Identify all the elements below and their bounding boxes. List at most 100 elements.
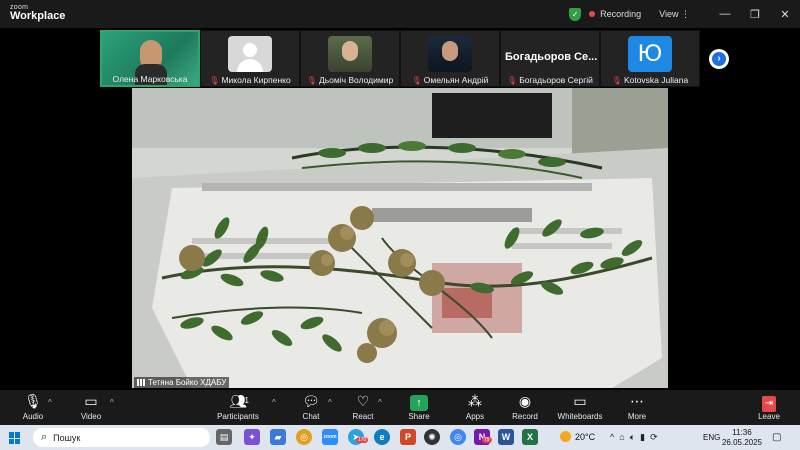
battery-icon[interactable]: ▮ [640,432,645,442]
edge-icon[interactable]: e [374,429,390,445]
muted-mic-icon: 🎙︎ [507,76,518,85]
participant-name: Дьоміч Володимир [318,75,394,85]
excel-icon[interactable]: X [522,429,538,445]
chrome-profile-icon[interactable]: ◎ [450,429,466,445]
zoom-app-icon[interactable]: zoom [322,429,338,445]
whiteboards-button[interactable]: ▭ Whiteboards [552,392,608,421]
participants-count: 31 [240,396,249,405]
sun-icon [560,431,571,442]
language-indicator[interactable]: ENG [703,433,720,442]
notification-icon[interactable]: ▢ [772,432,781,443]
more-button[interactable]: ⋯ More [612,392,662,421]
share-screen-icon: ↑ [394,392,444,411]
participant-name: Олена Марковська [112,74,188,84]
participant-name: Богадьоров Сергій [519,75,593,85]
muted-mic-icon: 🎙︎ [306,76,317,85]
whiteboards-label: Whiteboards [557,412,603,421]
word-icon[interactable]: W [498,429,514,445]
participant-name: Омельян Андрій [423,75,489,85]
video-label: Video [80,412,102,421]
video-camera-icon: ▭ [84,393,98,409]
clock-time: 11:36 [732,428,752,437]
avatar [328,36,372,72]
participants-options-caret-icon[interactable]: ^ [272,398,276,407]
recording-label: Recording [600,9,642,19]
search-icon: ⌕ [41,431,48,443]
active-speaker-label: Тетяна Бойко ХДАБУ [134,377,230,388]
muted-mic-icon: 🎙︎ [411,76,422,85]
leave-door-icon: ⇥ [744,392,794,412]
participant-tile[interactable]: 🎙︎ Омельян Андрій [400,30,500,87]
view-button[interactable]: View [659,9,690,20]
audio-label: Audio [22,412,44,421]
active-speaker-name: Тетяна Бойко ХДАБУ [148,378,227,387]
participant-display-name: Богадьоров Се... [505,51,598,63]
participants-button[interactable]: 👥︎ 31 Participants [210,392,266,421]
copilot-icon[interactable]: ✦ [244,429,260,445]
participant-tile[interactable]: Богадьоров Се... 🎙︎ Богадьоров Сергій [500,30,600,87]
participant-strip: Олена Марковська 🎙︎ Микола Кирпенко 🎙︎ Дьо… [100,30,700,87]
avatar-placeholder-icon [228,36,272,72]
avatar: Ю [628,36,672,72]
record-label: Record [512,412,538,421]
meeting-toolbar: 🎙︎ Audio ^ ▭ Video ^ 👥︎ 31 Participants … [0,390,800,425]
leave-button[interactable]: ⇥ Leave [744,392,794,421]
audio-options-caret-icon[interactable]: ^ [48,398,52,407]
participant-name: Kotovska Juliana [623,75,689,85]
clock-date: 26.05.2025 [721,438,763,447]
participant-tile[interactable]: Ю 🎙︎ Kotovska Juliana [600,30,700,87]
recording-dot-icon [589,11,596,17]
main-video[interactable] [132,88,668,388]
record-icon: ◉ [518,393,532,409]
record-button[interactable]: ◉ Record [500,392,550,421]
close-icon[interactable]: ✕ [770,8,800,21]
zoom-logo: zoom Workplace [10,4,65,22]
muted-mic-icon: 🎙︎ [209,76,220,85]
more-dots-icon: ⋯ [630,393,644,409]
taskbar-search[interactable]: ⌕ Пошук [33,428,210,447]
apps-grid-icon: ⁂ [468,393,482,409]
taskbar-clock[interactable]: 11:36 26.05.2025 [721,428,763,448]
windows-taskbar: ⌕ Пошук ▤ ✦ ▰ ◎ zoom ➤ 170 e P ✺ ◎ N 79 … [0,425,800,450]
react-options-caret-icon[interactable]: ^ [378,398,382,407]
task-view-icon[interactable]: ▤ [216,429,232,445]
network-icon[interactable]: ⌂ [619,432,624,442]
participant-name: Микола Кирпенко [221,75,291,85]
show-hidden-icons-icon[interactable]: ^ [610,432,614,442]
recording-indicator[interactable]: Recording [589,9,641,19]
leave-label: Leave [758,412,780,421]
video-options-caret-icon[interactable]: ^ [110,398,114,407]
windows-start-icon[interactable] [9,432,21,444]
whiteboard-icon: ▭ [573,393,587,409]
shared-video-feed [132,88,668,388]
sync-icon[interactable]: ⟳ [650,432,658,442]
chrome-icon[interactable]: ◎ [296,429,312,445]
chat-options-caret-icon[interactable]: ^ [328,398,332,407]
file-explorer-icon[interactable]: ▰ [270,429,286,445]
muted-mic-icon: 🎙︎ [611,76,622,85]
weather-temp: 20°C [575,431,596,442]
participant-tile[interactable]: 🎙︎ Микола Кирпенко [200,30,300,87]
restore-icon[interactable]: ❐ [740,8,770,21]
next-page-button[interactable]: › [709,49,729,69]
chatgpt-icon[interactable]: ✺ [424,429,440,445]
more-label: More [627,412,647,421]
react-label: React [352,412,374,421]
share-button[interactable]: ↑ Share [394,392,444,421]
volume-icon[interactable]: 🔈︎ [630,432,635,442]
powerpoint-icon[interactable]: P [400,429,416,445]
signal-bars-icon [137,379,145,386]
avatar [428,36,472,72]
system-tray[interactable]: ^ ⌂ 🔈︎ ▮ ⟳ [610,432,658,443]
participant-tile[interactable]: 🎙︎ Дьоміч Володимир [300,30,400,87]
participant-tile[interactable]: Олена Марковська [100,30,200,87]
title-bar: zoom Workplace ✓ Recording View — ❐ ✕ [0,0,800,28]
chat-label: Chat [302,412,320,421]
weather-widget[interactable]: 20°C [560,431,595,442]
participants-label: Participants [217,412,259,421]
onenote-badge: 79 [482,437,492,443]
video-button[interactable]: ▭ Video [66,392,116,421]
minimize-icon[interactable]: — [710,8,740,20]
apps-button[interactable]: ⁂ Apps [450,392,500,421]
encryption-shield-icon[interactable]: ✓ [569,7,582,21]
